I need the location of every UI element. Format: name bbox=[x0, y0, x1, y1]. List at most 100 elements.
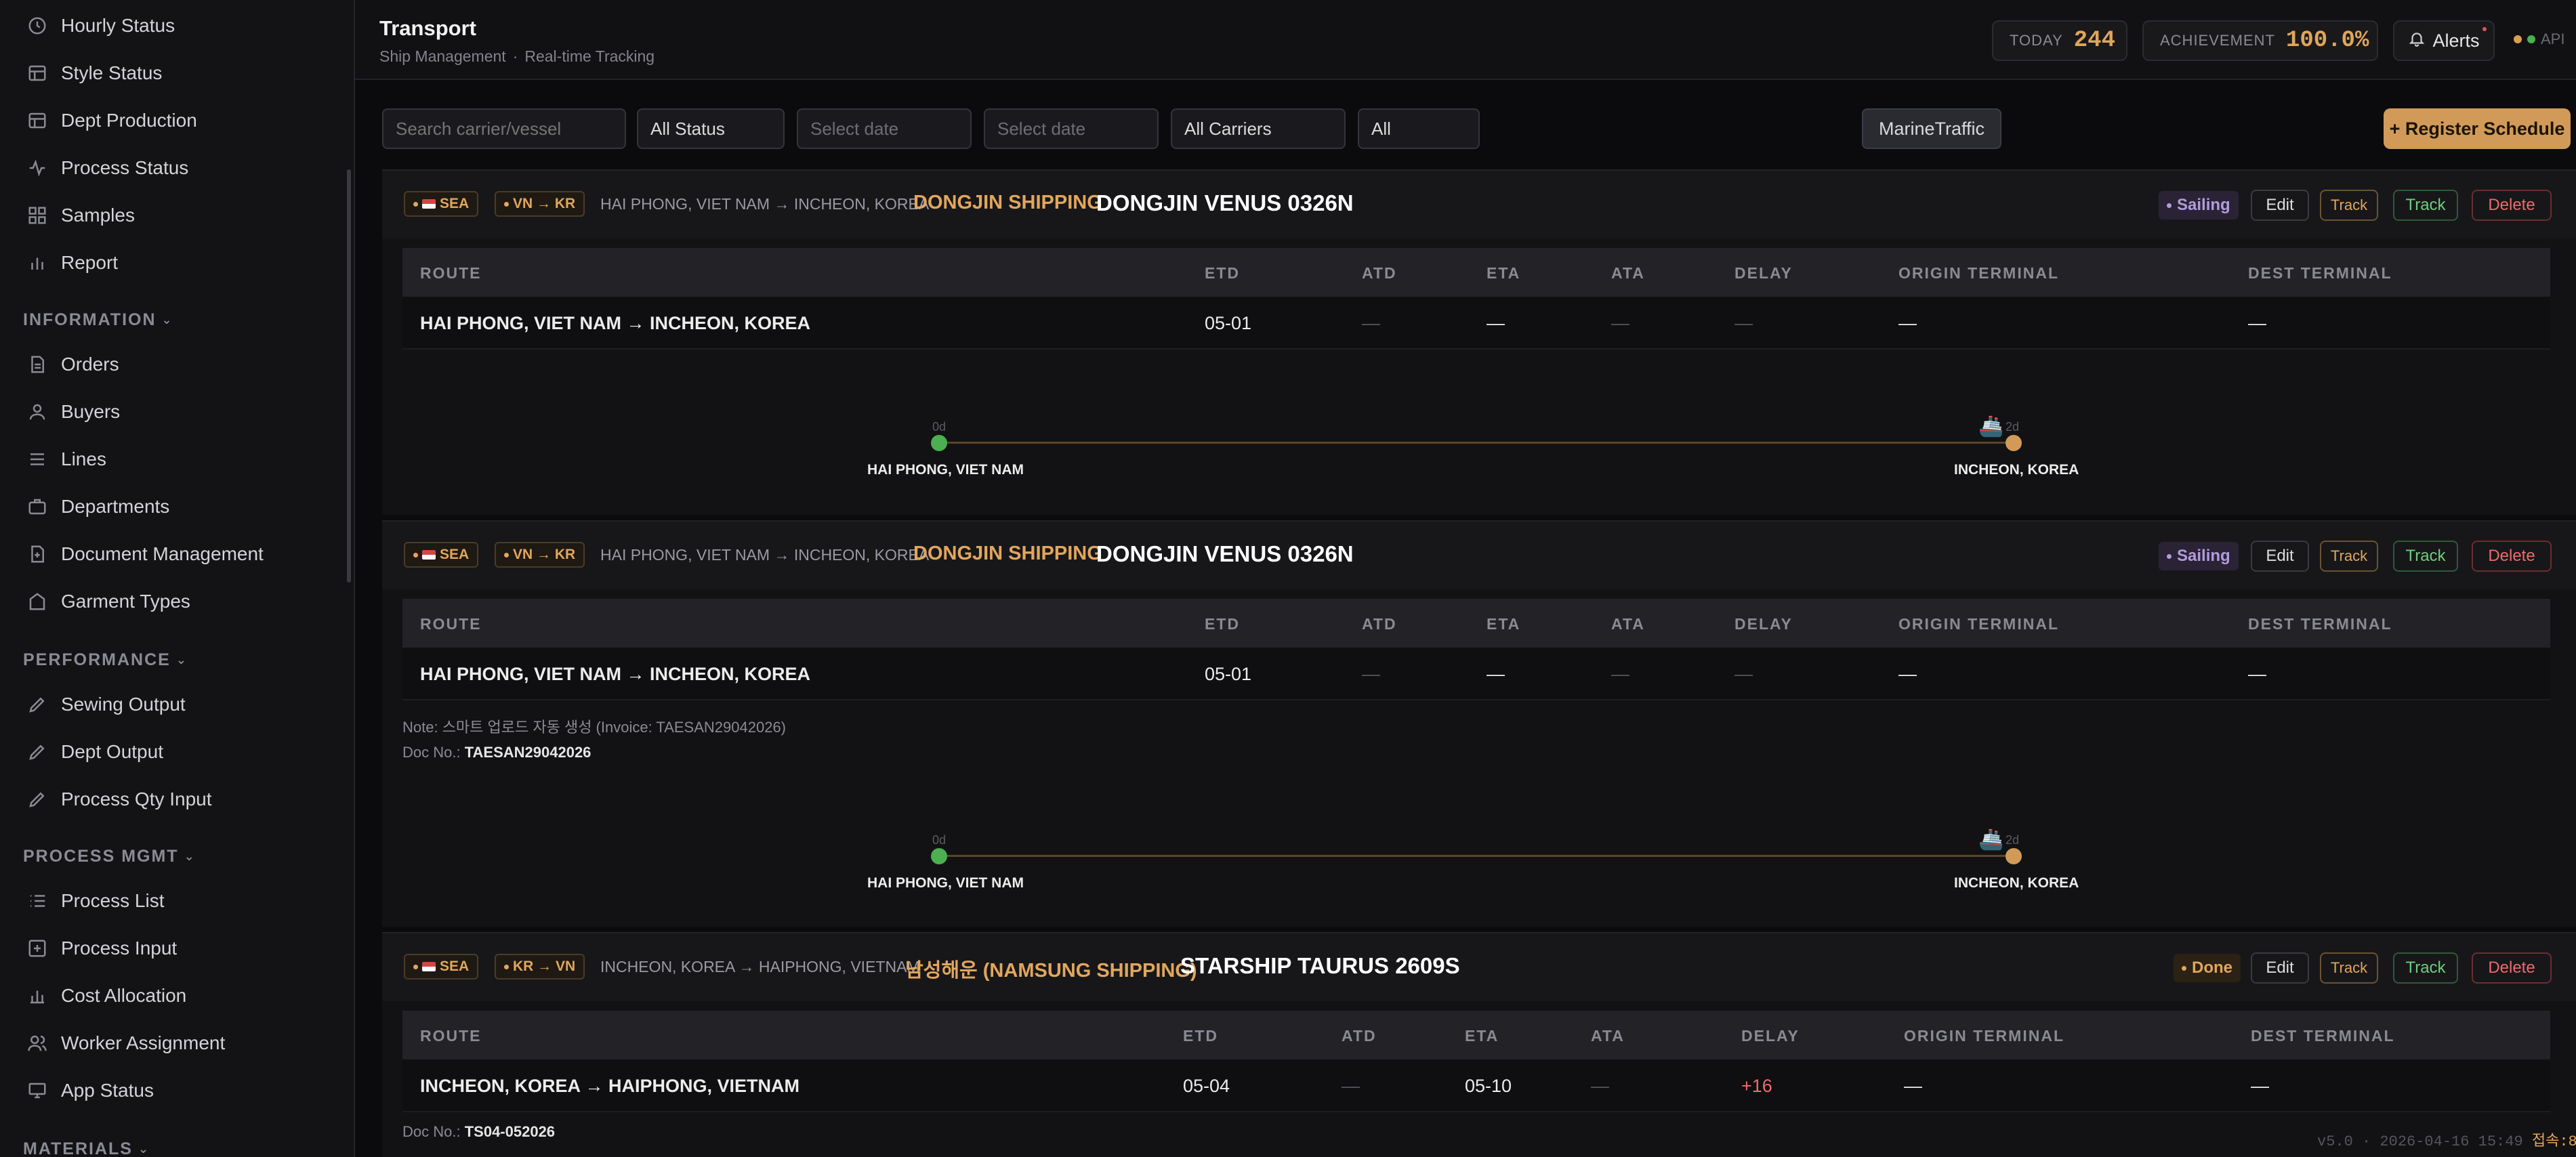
sidebar-item-hourly-status[interactable]: Hourly Status bbox=[27, 5, 175, 46]
document-icon bbox=[27, 354, 47, 375]
col-ata: ATA bbox=[1611, 264, 1645, 282]
sidebar-item-samples[interactable]: Samples bbox=[27, 195, 135, 236]
achievement-label: ACHIEVEMENT bbox=[2160, 32, 2275, 49]
table-header: ROUTE ETD ATD ETA ATA DELAY ORIGIN TERMI… bbox=[402, 1011, 2550, 1059]
table-row[interactable]: HAI PHONG, VIET NAM → INCHEON, KOREA 05-… bbox=[402, 297, 2550, 350]
carrier-select[interactable]: All Carriers bbox=[1171, 108, 1346, 149]
section-process-mgmt[interactable]: PROCESS MGMT ⌄ bbox=[23, 843, 196, 870]
breadcrumb: Ship Management · Real-time Tracking bbox=[379, 47, 655, 66]
sidebar-item-app-status[interactable]: App Status bbox=[27, 1070, 154, 1111]
delete-button[interactable]: Delete bbox=[2472, 541, 2552, 572]
col-atd: ATD bbox=[1362, 615, 1397, 633]
track-live-button[interactable]: Track bbox=[2393, 952, 2458, 984]
sidebar-item-process-status[interactable]: Process Status bbox=[27, 148, 188, 188]
carrier-name: 남성해운 (NAMSUNG SHIPPING) bbox=[905, 960, 1197, 982]
status-badge: Sailing bbox=[2159, 542, 2239, 570]
direction-badge: VN → KR bbox=[495, 542, 585, 568]
sidebar-item-process-input[interactable]: Process Input bbox=[27, 928, 177, 969]
delete-button[interactable]: Delete bbox=[2472, 190, 2552, 221]
sidebar-item-cost-allocation[interactable]: Cost Allocation bbox=[27, 975, 186, 1016]
edit-button[interactable]: Edit bbox=[2251, 952, 2309, 984]
sidebar-item-process-list[interactable]: Process List bbox=[27, 881, 165, 921]
alerts-button[interactable]: Alerts bbox=[2393, 20, 2495, 61]
shipment-header: SEA KR → VN INCHEON, KOREA → HAIPHONG, V… bbox=[382, 933, 2576, 1001]
track-button[interactable]: Track bbox=[2320, 190, 2378, 221]
flag-icon bbox=[422, 962, 436, 971]
track-button[interactable]: Track bbox=[2320, 952, 2378, 984]
sidebar-item-report[interactable]: Report bbox=[27, 243, 118, 283]
section-information[interactable]: INFORMATION ⌄ bbox=[23, 306, 173, 333]
chevron-down-icon: ⌄ bbox=[161, 312, 173, 327]
sidebar-item-departments[interactable]: Departments bbox=[27, 486, 169, 527]
breadcrumb-item: Real-time Tracking bbox=[524, 47, 655, 65]
date-to-input[interactable]: Select date bbox=[984, 108, 1159, 149]
direction-badge: KR → VN bbox=[495, 954, 585, 980]
monitor-icon bbox=[27, 1080, 47, 1101]
timeline-track bbox=[939, 855, 2012, 857]
bell-icon bbox=[2408, 30, 2426, 52]
search-input[interactable] bbox=[382, 108, 626, 149]
sidebar-item-garment-types[interactable]: Garment Types bbox=[27, 581, 190, 622]
sidebar-item-lines[interactable]: Lines bbox=[27, 439, 106, 480]
sidebar: Hourly Status Style Status Dept Producti… bbox=[0, 0, 355, 1157]
vessel-name: DONGJIN VENUS 0326N bbox=[1096, 190, 1354, 215]
shipment-card: SEA VN → KR HAI PHONG, VIET NAM → INCHEO… bbox=[382, 169, 2576, 515]
sidebar-item-document-management[interactable]: Document Management bbox=[27, 534, 264, 574]
chevron-down-icon: ⌄ bbox=[184, 849, 196, 863]
marinetraffic-button[interactable]: MarineTraffic bbox=[1862, 108, 2001, 149]
achievement-value: 100.0% bbox=[2285, 28, 2369, 54]
delete-button[interactable]: Delete bbox=[2472, 952, 2552, 984]
breadcrumb-item[interactable]: Ship Management bbox=[379, 47, 506, 66]
track-live-button[interactable]: Track bbox=[2393, 541, 2458, 572]
list-ordered-icon bbox=[27, 891, 47, 911]
sidebar-item-label: Lines bbox=[61, 448, 106, 469]
date-from-input[interactable]: Select date bbox=[797, 108, 972, 149]
edit-button[interactable]: Edit bbox=[2251, 541, 2309, 572]
sidebar-item-process-qty-input[interactable]: Process Qty Input bbox=[27, 779, 212, 820]
col-atd: ATD bbox=[1342, 1027, 1377, 1045]
sidebar-item-orders[interactable]: Orders bbox=[27, 344, 119, 385]
online-users: 접속:8 bbox=[2531, 1133, 2576, 1150]
table-icon bbox=[27, 110, 47, 131]
mode-badge: SEA bbox=[404, 542, 479, 568]
section-performance[interactable]: PERFORMANCE ⌄ bbox=[23, 646, 188, 673]
version-info: v5.0 · 2026-04-16 15:49 접속:8 bbox=[2317, 1133, 2576, 1150]
col-dest-terminal: DEST TERMINAL bbox=[2251, 1027, 2395, 1045]
today-label: TODAY bbox=[2010, 32, 2063, 49]
table-row[interactable]: INCHEON, KOREA → HAIPHONG, VIETNAM 05-04… bbox=[402, 1059, 2550, 1112]
status-select[interactable]: All Status bbox=[637, 108, 785, 149]
register-schedule-button[interactable]: + Register Schedule bbox=[2384, 108, 2571, 149]
api-label: API bbox=[2541, 30, 2565, 47]
sidebar-item-dept-output[interactable]: Dept Output bbox=[27, 732, 163, 772]
table-row[interactable]: HAI PHONG, VIET NAM → INCHEON, KOREA 05-… bbox=[402, 648, 2550, 700]
edit-button[interactable]: Edit bbox=[2251, 190, 2309, 221]
status-badge: Sailing bbox=[2159, 191, 2239, 219]
sidebar-item-label: Sewing Output bbox=[61, 694, 186, 715]
sidebar-item-worker-assignment[interactable]: Worker Assignment bbox=[27, 1023, 225, 1064]
origin-label: HAI PHONG, VIET NAM bbox=[867, 462, 1024, 478]
sidebar-item-sewing-output[interactable]: Sewing Output bbox=[27, 684, 186, 725]
section-materials[interactable]: MATERIALS ⌄ bbox=[23, 1135, 150, 1157]
sidebar-item-style-status[interactable]: Style Status bbox=[27, 53, 162, 93]
sidebar-scrollbar[interactable] bbox=[347, 169, 351, 583]
origin-label: HAI PHONG, VIET NAM bbox=[867, 875, 1024, 891]
voyage-timeline: 0d 2d 🚢 HAI PHONG, VIET NAM INCHEON, KOR… bbox=[382, 828, 2576, 912]
track-button[interactable]: Track bbox=[2320, 541, 2378, 572]
achievement-stat: ACHIEVEMENT 100.0% bbox=[2142, 20, 2378, 61]
sidebar-item-dept-production[interactable]: Dept Production bbox=[27, 100, 197, 141]
mode-select[interactable]: All bbox=[1358, 108, 1480, 149]
mode-badge: SEA bbox=[404, 954, 479, 980]
track-live-button[interactable]: Track bbox=[2393, 190, 2458, 221]
doc-number: Doc No.: TS04-052026 bbox=[402, 1123, 556, 1140]
alerts-label: Alerts bbox=[2432, 30, 2480, 51]
sidebar-item-label: App Status bbox=[61, 1080, 154, 1101]
col-route: ROUTE bbox=[420, 615, 482, 633]
vessel-name: STARSHIP TAURUS 2609S bbox=[1180, 953, 1460, 978]
dest-node bbox=[2006, 848, 2022, 864]
clock-icon bbox=[27, 16, 47, 36]
sidebar-item-buyers[interactable]: Buyers bbox=[27, 392, 120, 432]
mode-badge: SEA bbox=[404, 191, 479, 217]
pencil-icon bbox=[27, 742, 47, 762]
page-title: Transport bbox=[379, 16, 476, 40]
col-origin-terminal: ORIGIN TERMINAL bbox=[1904, 1027, 2064, 1045]
